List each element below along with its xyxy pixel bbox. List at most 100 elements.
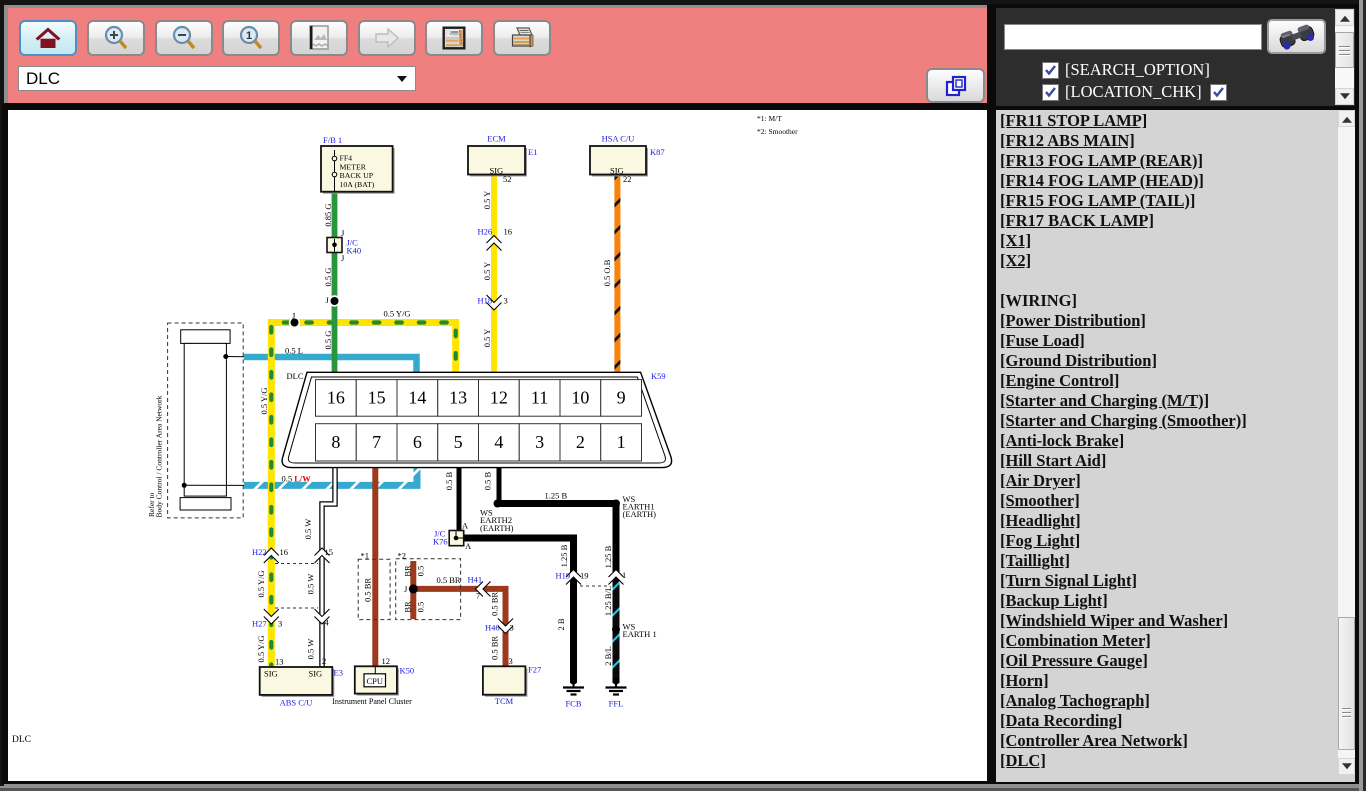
svg-text:52: 52 bbox=[503, 174, 512, 184]
svg-text:0.5 Y/G: 0.5 Y/G bbox=[384, 309, 411, 319]
svg-text:0.5 Y: 0.5 Y bbox=[482, 262, 492, 281]
svg-text:4: 4 bbox=[494, 432, 503, 452]
svg-text:H19: H19 bbox=[556, 571, 571, 581]
svg-text:*1: M/T: *1: M/T bbox=[757, 114, 782, 123]
svg-text:0.5 Y/G: 0.5 Y/G bbox=[259, 387, 269, 414]
svg-text:7: 7 bbox=[372, 432, 381, 452]
svg-text:F/B 1: F/B 1 bbox=[323, 135, 342, 145]
svg-text:1: 1 bbox=[622, 570, 626, 580]
svg-text:7: 7 bbox=[476, 591, 480, 601]
svg-text:BACK UP: BACK UP bbox=[340, 171, 374, 180]
svg-text:10A (BAT): 10A (BAT) bbox=[340, 180, 375, 189]
svg-text:11: 11 bbox=[531, 388, 548, 408]
svg-text:H41: H41 bbox=[468, 575, 483, 585]
svg-text:6: 6 bbox=[413, 432, 422, 452]
svg-text:0.5: 0.5 bbox=[416, 602, 426, 613]
svg-text:TCM: TCM bbox=[495, 696, 514, 706]
svg-text:*2: Smoother: *2: Smoother bbox=[757, 127, 798, 136]
svg-text:A: A bbox=[465, 541, 472, 551]
svg-text:4: 4 bbox=[325, 618, 330, 628]
svg-text:(EARTH): (EARTH) bbox=[623, 509, 657, 519]
svg-text:J: J bbox=[404, 584, 408, 594]
svg-text:SIG: SIG bbox=[309, 669, 323, 679]
svg-text:13: 13 bbox=[449, 388, 467, 408]
svg-text:A: A bbox=[462, 521, 469, 531]
svg-text:1: 1 bbox=[246, 30, 252, 42]
svg-text:0.5 BR: 0.5 BR bbox=[490, 636, 500, 660]
svg-text:ECM: ECM bbox=[487, 134, 506, 144]
svg-text:H22: H22 bbox=[252, 547, 267, 557]
svg-text:K40: K40 bbox=[347, 246, 362, 256]
svg-text:ABS C/U: ABS C/U bbox=[280, 698, 313, 708]
svg-text:2: 2 bbox=[322, 656, 326, 666]
svg-text:FCB: FCB bbox=[565, 699, 581, 709]
svg-text:0.5 W: 0.5 W bbox=[306, 639, 316, 660]
svg-text:0.85 G: 0.85 G bbox=[323, 203, 333, 226]
svg-text:Instrument Panel Cluster: Instrument Panel Cluster bbox=[332, 697, 412, 706]
svg-text:14: 14 bbox=[408, 388, 426, 408]
svg-text:1.25 B: 1.25 B bbox=[559, 544, 569, 567]
svg-text:BR: BR bbox=[403, 565, 413, 577]
svg-text:0.5 BR: 0.5 BR bbox=[437, 575, 461, 585]
svg-text:H26: H26 bbox=[478, 227, 493, 237]
svg-text:EARTH 1: EARTH 1 bbox=[623, 629, 657, 639]
svg-text:0.5 BR: 0.5 BR bbox=[490, 592, 500, 616]
svg-text:K59: K59 bbox=[651, 371, 666, 381]
svg-text:SIG: SIG bbox=[264, 669, 278, 679]
svg-text:5: 5 bbox=[454, 432, 463, 452]
svg-text:HSA C/U: HSA C/U bbox=[602, 134, 635, 144]
svg-text:16: 16 bbox=[327, 388, 345, 408]
svg-text:2 B/L: 2 B/L bbox=[603, 646, 613, 666]
svg-text:15: 15 bbox=[325, 547, 334, 557]
svg-text:J: J bbox=[341, 253, 345, 263]
svg-text:0.5 Y: 0.5 Y bbox=[482, 191, 492, 210]
svg-text:K87: K87 bbox=[650, 147, 665, 157]
svg-text:K50: K50 bbox=[400, 666, 415, 676]
svg-text:J: J bbox=[341, 228, 345, 238]
svg-text:0.5 Y/G: 0.5 Y/G bbox=[256, 570, 266, 597]
svg-text:*1: *1 bbox=[361, 551, 370, 561]
svg-text:16: 16 bbox=[280, 547, 289, 557]
svg-text:0.5 W: 0.5 W bbox=[306, 574, 316, 595]
svg-text:3: 3 bbox=[510, 623, 514, 633]
svg-text:0.5: 0.5 bbox=[416, 566, 426, 577]
svg-text:8: 8 bbox=[331, 432, 340, 452]
svg-text:13: 13 bbox=[275, 657, 284, 667]
svg-text:3: 3 bbox=[535, 432, 544, 452]
svg-text:(EARTH): (EARTH) bbox=[480, 523, 514, 533]
svg-text:0.5 W: 0.5 W bbox=[303, 519, 313, 540]
svg-text:E3: E3 bbox=[334, 668, 343, 678]
svg-text:12: 12 bbox=[490, 388, 508, 408]
svg-text:FFL: FFL bbox=[609, 699, 624, 709]
svg-text:16: 16 bbox=[504, 227, 513, 237]
svg-text:BR: BR bbox=[403, 601, 413, 613]
svg-text:FF4: FF4 bbox=[340, 154, 353, 163]
svg-text:0.5 G: 0.5 G bbox=[323, 268, 333, 287]
svg-text:Body Control / Controller Area: Body Control / Controller Area Network bbox=[155, 395, 164, 517]
svg-text:2 B: 2 B bbox=[556, 618, 566, 630]
svg-text:DLC: DLC bbox=[287, 371, 304, 381]
svg-text:1: 1 bbox=[617, 432, 626, 452]
svg-text:E1: E1 bbox=[528, 147, 537, 157]
svg-text:0.5 B: 0.5 B bbox=[444, 471, 454, 490]
svg-text:19: 19 bbox=[580, 571, 589, 581]
svg-text:22: 22 bbox=[623, 174, 632, 184]
svg-text:*2: *2 bbox=[398, 551, 407, 561]
svg-text:2: 2 bbox=[576, 432, 585, 452]
svg-text:10: 10 bbox=[571, 388, 589, 408]
svg-text:1.25 B: 1.25 B bbox=[603, 545, 613, 568]
svg-text:0.5 BR: 0.5 BR bbox=[363, 578, 373, 602]
svg-text:METER: METER bbox=[340, 162, 367, 171]
svg-text:SIG: SIG bbox=[610, 166, 624, 176]
svg-text:0.5 L: 0.5 L bbox=[285, 346, 303, 356]
svg-text:0.5 O.B: 0.5 O.B bbox=[602, 259, 612, 286]
svg-text:0.5 B: 0.5 B bbox=[483, 471, 493, 490]
svg-text:15: 15 bbox=[368, 388, 386, 408]
svg-text:0.5 G: 0.5 G bbox=[323, 331, 333, 350]
svg-text:0.5 Y/G: 0.5 Y/G bbox=[256, 635, 266, 662]
svg-text:SIG: SIG bbox=[490, 166, 504, 176]
svg-text:0.5 Y: 0.5 Y bbox=[482, 329, 492, 348]
svg-text:3: 3 bbox=[278, 619, 282, 629]
svg-text:K76: K76 bbox=[433, 537, 448, 547]
svg-text:0.5 L/W: 0.5 L/W bbox=[282, 474, 312, 484]
